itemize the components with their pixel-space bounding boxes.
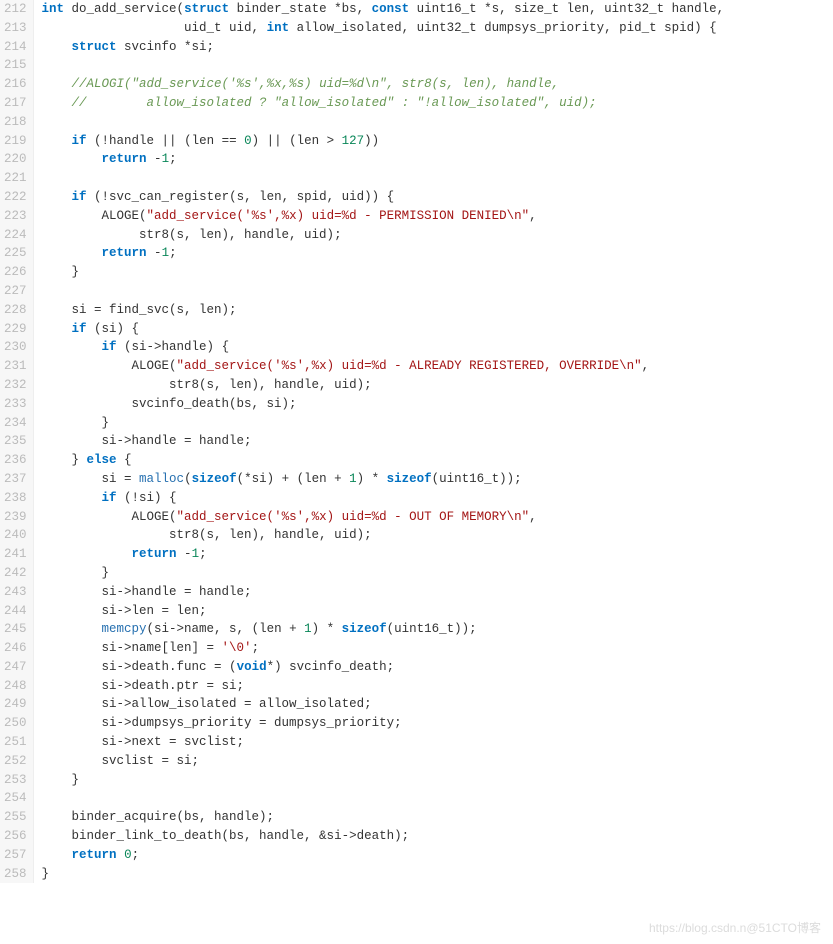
line-number: 244 <box>4 602 27 621</box>
code-line: ALOGE("add_service('%s',%x) uid=%d - OUT… <box>42 508 725 527</box>
code-line <box>42 56 725 75</box>
line-number: 222 <box>4 188 27 207</box>
line-number: 242 <box>4 564 27 583</box>
code-line: } <box>42 771 725 790</box>
code-line: return -1; <box>42 244 725 263</box>
line-number: 240 <box>4 526 27 545</box>
watermark: https://blog.csdn.n@51CTO博客 <box>649 919 821 936</box>
code-line: int do_add_service(struct binder_state *… <box>42 0 725 19</box>
code-line <box>42 282 725 301</box>
code-line: str8(s, len), handle, uid); <box>42 226 725 245</box>
code-line: if (!si) { <box>42 489 725 508</box>
line-number: 231 <box>4 357 27 376</box>
line-number: 258 <box>4 865 27 884</box>
line-number: 257 <box>4 846 27 865</box>
code-line: struct svcinfo *si; <box>42 38 725 57</box>
line-number: 214 <box>4 38 27 57</box>
line-number: 212 <box>4 0 27 19</box>
code-line: } <box>42 865 725 884</box>
code-line: svclist = si; <box>42 752 725 771</box>
line-number: 220 <box>4 150 27 169</box>
line-number: 253 <box>4 771 27 790</box>
code-line: } <box>42 414 725 433</box>
code-line <box>42 789 725 808</box>
line-number: 238 <box>4 489 27 508</box>
line-number: 248 <box>4 677 27 696</box>
code-line: ALOGE("add_service('%s',%x) uid=%d - PER… <box>42 207 725 226</box>
line-number: 239 <box>4 508 27 527</box>
line-number: 218 <box>4 113 27 132</box>
code-line: } <box>42 263 725 282</box>
code-line: //ALOGI("add_service('%s',%x,%s) uid=%d\… <box>42 75 725 94</box>
line-number-gutter: 2122132142152162172182192202212222232242… <box>0 0 34 883</box>
line-number: 237 <box>4 470 27 489</box>
line-number: 246 <box>4 639 27 658</box>
line-number: 229 <box>4 320 27 339</box>
line-number: 215 <box>4 56 27 75</box>
code-line: si->death.ptr = si; <box>42 677 725 696</box>
code-line: if (si->handle) { <box>42 338 725 357</box>
code-line: } else { <box>42 451 725 470</box>
code-block: 2122132142152162172182192202212222232242… <box>0 0 833 883</box>
code-line: si->name[len] = '\0'; <box>42 639 725 658</box>
code-line: // allow_isolated ? "allow_isolated" : "… <box>42 94 725 113</box>
line-number: 252 <box>4 752 27 771</box>
code-line: if (si) { <box>42 320 725 339</box>
line-number: 232 <box>4 376 27 395</box>
code-line: return 0; <box>42 846 725 865</box>
line-number: 247 <box>4 658 27 677</box>
code-line: si->handle = handle; <box>42 432 725 451</box>
line-number: 243 <box>4 583 27 602</box>
code-line: si = malloc(sizeof(*si) + (len + 1) * si… <box>42 470 725 489</box>
line-number: 255 <box>4 808 27 827</box>
code-line: si->death.func = (void*) svcinfo_death; <box>42 658 725 677</box>
code-line: svcinfo_death(bs, si); <box>42 395 725 414</box>
code-line: if (!svc_can_register(s, len, spid, uid)… <box>42 188 725 207</box>
line-number: 241 <box>4 545 27 564</box>
line-number: 213 <box>4 19 27 38</box>
code-line <box>42 113 725 132</box>
code-content: int do_add_service(struct binder_state *… <box>34 0 725 883</box>
line-number: 217 <box>4 94 27 113</box>
code-line: si->len = len; <box>42 602 725 621</box>
line-number: 249 <box>4 695 27 714</box>
code-line: si->allow_isolated = allow_isolated; <box>42 695 725 714</box>
line-number: 256 <box>4 827 27 846</box>
line-number: 228 <box>4 301 27 320</box>
line-number: 224 <box>4 226 27 245</box>
line-number: 230 <box>4 338 27 357</box>
line-number: 234 <box>4 414 27 433</box>
code-line: binder_link_to_death(bs, handle, &si->de… <box>42 827 725 846</box>
code-line: uid_t uid, int allow_isolated, uint32_t … <box>42 19 725 38</box>
code-line: return -1; <box>42 545 725 564</box>
code-line: memcpy(si->name, s, (len + 1) * sizeof(u… <box>42 620 725 639</box>
code-line: si = find_svc(s, len); <box>42 301 725 320</box>
line-number: 245 <box>4 620 27 639</box>
code-line: if (!handle || (len == 0) || (len > 127)… <box>42 132 725 151</box>
line-number: 251 <box>4 733 27 752</box>
line-number: 250 <box>4 714 27 733</box>
line-number: 225 <box>4 244 27 263</box>
code-line: si->next = svclist; <box>42 733 725 752</box>
code-line: ALOGE("add_service('%s',%x) uid=%d - ALR… <box>42 357 725 376</box>
line-number: 219 <box>4 132 27 151</box>
code-line: } <box>42 564 725 583</box>
line-number: 221 <box>4 169 27 188</box>
line-number: 227 <box>4 282 27 301</box>
code-line <box>42 169 725 188</box>
line-number: 254 <box>4 789 27 808</box>
code-line: si->handle = handle; <box>42 583 725 602</box>
line-number: 235 <box>4 432 27 451</box>
code-line: return -1; <box>42 150 725 169</box>
line-number: 223 <box>4 207 27 226</box>
line-number: 226 <box>4 263 27 282</box>
code-line: si->dumpsys_priority = dumpsys_priority; <box>42 714 725 733</box>
line-number: 216 <box>4 75 27 94</box>
code-line: binder_acquire(bs, handle); <box>42 808 725 827</box>
code-line: str8(s, len), handle, uid); <box>42 376 725 395</box>
code-line: str8(s, len), handle, uid); <box>42 526 725 545</box>
line-number: 233 <box>4 395 27 414</box>
line-number: 236 <box>4 451 27 470</box>
